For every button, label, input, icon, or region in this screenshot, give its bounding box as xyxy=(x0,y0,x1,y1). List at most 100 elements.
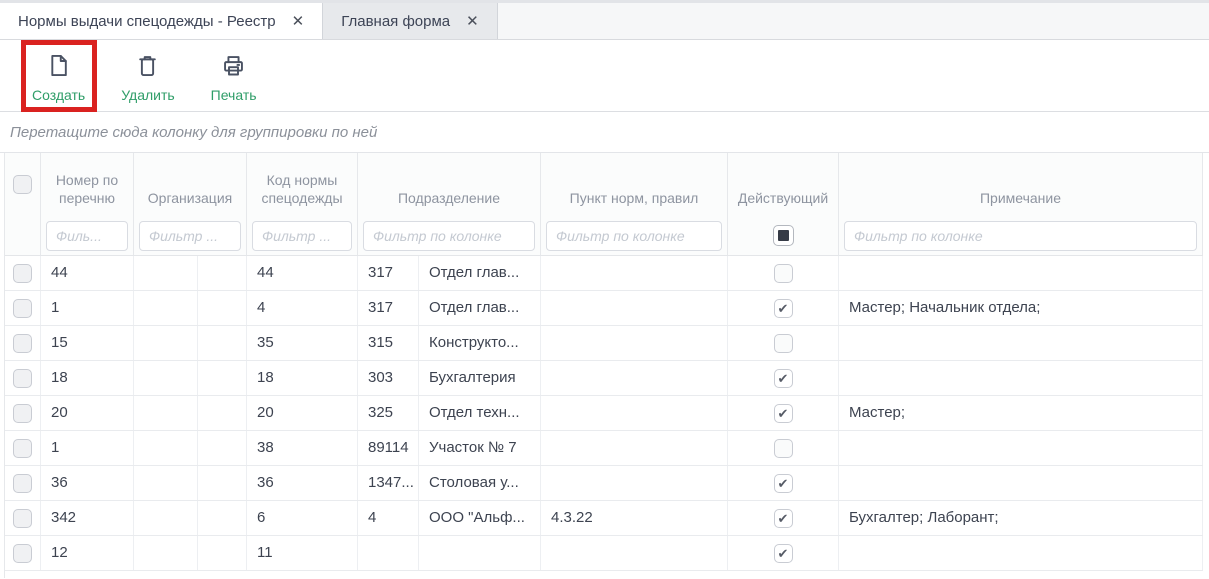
cell-number: 44 xyxy=(41,256,134,290)
indeterminate-mark xyxy=(778,230,789,241)
filter-input-clause[interactable] xyxy=(546,221,722,251)
table-row[interactable]: 2020325Отдел техн...✔Мастер; xyxy=(5,396,1203,431)
cell-note xyxy=(839,256,1203,290)
cell-org-code xyxy=(134,431,198,465)
filter-input-dept[interactable] xyxy=(363,221,535,251)
active-checkbox[interactable] xyxy=(774,264,793,283)
delete-button[interactable]: Удалить xyxy=(115,50,180,105)
tab-bar: Нормы выдачи спецодежды - Реестр ✕ Главн… xyxy=(0,0,1209,40)
row-checkbox[interactable] xyxy=(13,334,32,353)
table-body: 4444317Отдел глав...14317Отдел глав...✔М… xyxy=(5,256,1203,571)
active-checkbox[interactable]: ✔ xyxy=(774,509,793,528)
column-header-clause[interactable]: Пункт норм, правил xyxy=(541,153,728,216)
cell-active xyxy=(728,431,839,465)
cell-dept-code: 317 xyxy=(358,256,419,290)
cell-clause xyxy=(541,466,728,500)
cell-org-code xyxy=(134,361,198,395)
cell-dept-name: Бухгалтерия xyxy=(419,361,541,395)
table-row[interactable]: 34264ООО "Альф...4.3.22✔Бухгалтер; Лабор… xyxy=(5,501,1203,536)
cell-org-name xyxy=(198,431,247,465)
filter-input-number[interactable] xyxy=(46,221,128,251)
cell-active: ✔ xyxy=(728,501,839,535)
cell-norm-code: 36 xyxy=(247,466,358,500)
row-select-cell xyxy=(5,466,41,500)
cell-dept-name: Отдел техн... xyxy=(419,396,541,430)
trash-icon xyxy=(134,52,161,84)
row-select-cell xyxy=(5,431,41,465)
cell-note xyxy=(839,326,1203,360)
cell-note: Мастер; Начальник отдела; xyxy=(839,291,1203,325)
cell-number: 1 xyxy=(41,291,134,325)
row-checkbox[interactable] xyxy=(13,509,32,528)
tab-label: Главная форма xyxy=(341,13,450,30)
cell-note xyxy=(839,466,1203,500)
row-checkbox[interactable] xyxy=(13,369,32,388)
table-row[interactable]: 12 11 ✔ xyxy=(5,536,1203,571)
row-checkbox[interactable] xyxy=(13,474,32,493)
tab-main-form[interactable]: Главная форма ✕ xyxy=(323,3,498,39)
select-all-checkbox[interactable] xyxy=(13,175,32,194)
cell-note: Мастер; xyxy=(839,396,1203,430)
table-row[interactable]: 4444317Отдел глав... xyxy=(5,256,1203,291)
active-checkbox[interactable]: ✔ xyxy=(774,544,793,563)
cell-dept-code xyxy=(358,536,419,570)
row-checkbox[interactable] xyxy=(13,404,32,423)
create-button[interactable]: Создать xyxy=(26,50,91,105)
cell-norm-code: 44 xyxy=(247,256,358,290)
cell-number: 36 xyxy=(41,466,134,500)
cell-dept-name: Отдел глав... xyxy=(419,256,541,290)
cell-dept-code: 315 xyxy=(358,326,419,360)
cell-clause xyxy=(541,431,728,465)
table-row[interactable]: 36361347...Столовая у...✔ xyxy=(5,466,1203,501)
cell-org-code xyxy=(134,536,198,570)
cell-note: Бухгалтер; Лаборант; xyxy=(839,501,1203,535)
cell-org-code xyxy=(134,466,198,500)
table-row[interactable]: 13889114Участок № 7 xyxy=(5,431,1203,466)
cell-clause xyxy=(541,256,728,290)
column-header-note[interactable]: Примечание xyxy=(839,153,1203,216)
active-checkbox[interactable] xyxy=(774,439,793,458)
table-row[interactable]: 1818303Бухгалтерия✔ xyxy=(5,361,1203,396)
filter-input-org[interactable] xyxy=(139,221,241,251)
active-checkbox[interactable] xyxy=(774,334,793,353)
close-icon[interactable]: ✕ xyxy=(292,12,305,30)
filter-input-normcode[interactable] xyxy=(252,221,352,251)
column-header-normcode[interactable]: Код нормы спецодежды xyxy=(247,153,358,216)
table-row[interactable]: 1535315Конструкто... xyxy=(5,326,1203,361)
cell-org-name xyxy=(198,396,247,430)
cell-norm-code: 11 xyxy=(247,536,358,570)
active-checkbox[interactable]: ✔ xyxy=(774,474,793,493)
print-button[interactable]: Печать xyxy=(205,50,263,105)
cell-clause xyxy=(541,291,728,325)
cell-number: 342 xyxy=(41,501,134,535)
cell-note xyxy=(839,536,1203,570)
row-select-cell xyxy=(5,361,41,395)
delete-button-label: Удалить xyxy=(121,87,174,103)
cell-org-name xyxy=(198,501,247,535)
close-icon[interactable]: ✕ xyxy=(466,12,479,30)
filter-input-note[interactable] xyxy=(844,221,1197,251)
cell-clause: 4.3.22 xyxy=(541,501,728,535)
table-row[interactable]: 14317Отдел глав...✔Мастер; Начальник отд… xyxy=(5,291,1203,326)
column-header-active[interactable]: Действующий xyxy=(728,153,839,216)
filter-spacer-cell xyxy=(5,216,41,255)
row-checkbox[interactable] xyxy=(13,264,32,283)
active-checkbox[interactable]: ✔ xyxy=(774,369,793,388)
cell-clause xyxy=(541,536,728,570)
tab-norms-registry[interactable]: Нормы выдачи спецодежды - Реестр ✕ xyxy=(0,3,323,39)
cell-org-code xyxy=(134,326,198,360)
cell-number: 12 xyxy=(41,536,134,570)
cell-dept-name: ООО "Альф... xyxy=(419,501,541,535)
column-header-dept[interactable]: Подразделение xyxy=(358,153,541,216)
cell-number: 1 xyxy=(41,431,134,465)
row-checkbox[interactable] xyxy=(13,439,32,458)
cell-active: ✔ xyxy=(728,361,839,395)
active-checkbox[interactable]: ✔ xyxy=(774,404,793,423)
row-checkbox[interactable] xyxy=(13,299,32,318)
row-checkbox[interactable] xyxy=(13,544,32,563)
column-header-number[interactable]: Номер по перечню xyxy=(41,153,134,216)
active-checkbox[interactable]: ✔ xyxy=(774,299,793,318)
column-header-org[interactable]: Организация xyxy=(134,153,247,216)
cell-number: 20 xyxy=(41,396,134,430)
filter-active-checkbox[interactable] xyxy=(773,225,794,246)
